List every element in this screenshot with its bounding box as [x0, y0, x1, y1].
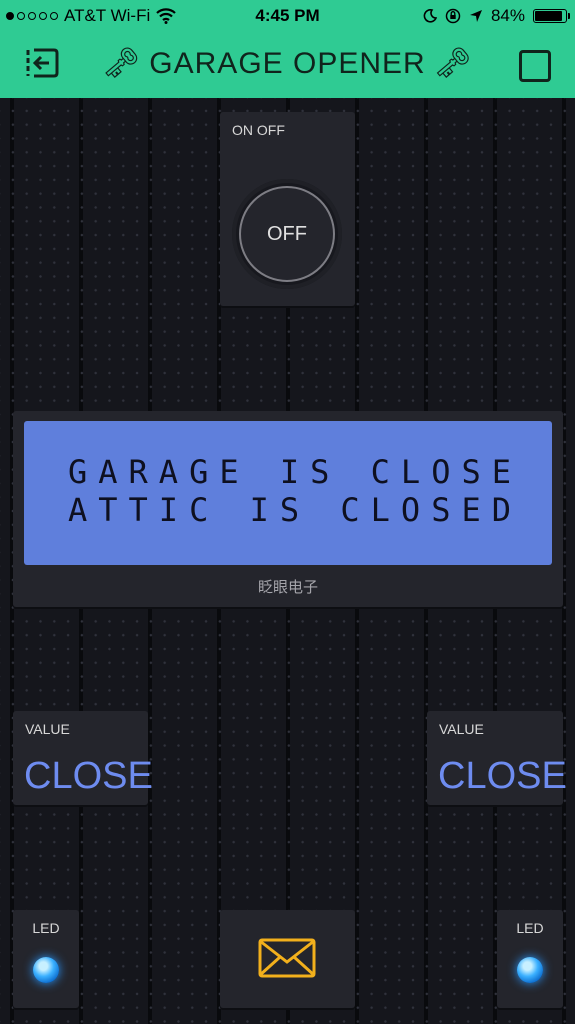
battery-percent: 84% [490, 6, 525, 25]
widget-label: VALUE [25, 721, 70, 737]
rotation-lock-icon [445, 8, 461, 24]
widget-label: LED [516, 920, 544, 936]
led-bulb-icon [517, 957, 543, 983]
moon-icon [423, 9, 437, 23]
led-widget-right: LED [497, 910, 563, 1008]
value-display-left: VALUE CLOSE [13, 711, 153, 805]
status-bar: AT&T Wi-Fi 4:45 PM 84% [0, 0, 575, 32]
stop-button[interactable] [519, 50, 551, 82]
widget-label: ON OFF [232, 122, 285, 138]
led-widget-left: LED [13, 910, 79, 1008]
value-display-right: VALUE CLOSE [427, 711, 567, 805]
lcd-line-1: GARAGE IS CLOSE [68, 453, 522, 491]
envelope-icon [258, 938, 316, 978]
onoff-state: OFF [239, 186, 335, 282]
widget-canvas: ON OFF OFF GARAGE IS CLOSE ATTIC IS CLOSE… [0, 98, 575, 1024]
location-arrow-icon [469, 10, 482, 22]
key-icon: 🗝 [433, 47, 473, 80]
lcd-line-2: ATTIC IS CLOSED [68, 491, 522, 529]
led-bulb-icon [33, 957, 59, 983]
battery-icon [533, 9, 570, 23]
onoff-switch[interactable]: OFF [232, 179, 342, 289]
widget-label: VALUE [439, 721, 484, 737]
lcd-widget: GARAGE IS CLOSE ATTIC IS CLOSED 眨眼电子 [13, 411, 563, 607]
value-text: CLOSE [438, 755, 567, 797]
email-widget[interactable] [220, 910, 355, 1008]
lcd-caption: 眨眼电子 [257, 579, 318, 596]
app-bar: 🗝 GARAGE OPENER 🗝 [0, 32, 575, 98]
key-icon: 🗝 [102, 47, 142, 80]
onoff-button-widget: ON OFF OFF [220, 112, 355, 306]
value-text: CLOSE [24, 755, 153, 797]
widget-label: LED [32, 920, 60, 936]
lcd-screen: GARAGE IS CLOSE ATTIC IS CLOSED [24, 421, 552, 565]
app-title: GARAGE OPENER [149, 47, 426, 80]
